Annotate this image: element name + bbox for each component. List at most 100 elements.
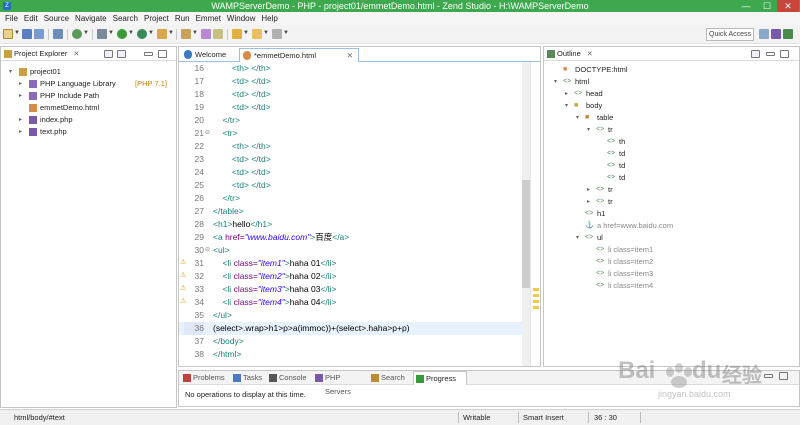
vertical-scrollbar[interactable] — [522, 62, 530, 366]
code-line[interactable]: 19 <td> </td> — [179, 101, 522, 114]
collapse-all-icon[interactable] — [104, 50, 113, 58]
tab-project-explorer[interactable]: Project Explorer ✕ — [1, 47, 79, 61]
outline-item[interactable]: ▸ <> tr — [587, 184, 787, 196]
tab-php-servers[interactable]: PHP Servers — [313, 371, 368, 396]
outline-item[interactable]: <> td — [598, 160, 798, 172]
chevron-down-icon[interactable]: ▼ — [108, 30, 114, 36]
outline-item[interactable]: <> td — [598, 172, 798, 184]
chevron-down-icon[interactable]: ▼ — [283, 30, 289, 36]
twisty-icon[interactable]: ▾ — [587, 124, 595, 136]
search-icon[interactable] — [201, 29, 211, 39]
twisty-icon[interactable]: ▾ — [565, 100, 573, 112]
scrollbar-thumb[interactable] — [522, 180, 530, 288]
code-line[interactable]: 21 ⊖ <tr> — [179, 127, 522, 140]
twisty-icon[interactable]: ▸ — [565, 88, 573, 100]
link-editor-icon[interactable] — [117, 50, 126, 58]
code-line[interactable]: 36 (select>.wrap>h1>p>a(immoc))+(select>.… — [179, 322, 522, 335]
external-tools-icon[interactable] — [137, 29, 147, 39]
chevron-down-icon[interactable]: ▼ — [148, 30, 154, 36]
code-line[interactable]: 29 <a href="www.baidu.com">百度</a> — [179, 231, 522, 244]
tab-search[interactable]: Search — [369, 371, 412, 385]
outline-item[interactable]: <> h1 — [576, 208, 776, 220]
code-line[interactable]: 26 </tr> — [179, 192, 522, 205]
maximize-button[interactable]: ☐ — [756, 0, 778, 12]
maximize-view-icon[interactable] — [780, 50, 789, 58]
back-icon[interactable] — [252, 29, 262, 39]
close-icon[interactable]: ✕ — [587, 51, 593, 58]
quick-access-field[interactable]: Quick Access — [706, 28, 754, 41]
debug-perspective-icon[interactable] — [783, 29, 793, 39]
code-line[interactable]: 17 <td> </td> — [179, 75, 522, 88]
menu-item-window[interactable]: Window — [224, 12, 258, 25]
code-line[interactable]: 37 </body> — [179, 335, 522, 348]
menu-item-search[interactable]: Search — [110, 12, 141, 25]
tab-problems[interactable]: Problems — [181, 371, 229, 385]
forward-icon[interactable] — [272, 29, 282, 39]
code-area[interactable]: 16 <th> </th> 17 <td> </td> 18 <td> </td> 1… — [179, 62, 540, 366]
code-line[interactable]: 18 <td> </td> — [179, 88, 522, 101]
menu-item-help[interactable]: Help — [258, 12, 280, 25]
code-line[interactable]: ⚠ 31 <li class="item1">haha 01</li> — [179, 257, 522, 270]
menu-item-source[interactable]: Source — [41, 12, 72, 25]
outline-item[interactable]: ▾ ■ table — [576, 112, 776, 124]
close-icon[interactable]: ✕ — [73, 51, 79, 58]
outline-item[interactable]: ▾ ■ body — [565, 100, 765, 112]
menu-item-project[interactable]: Project — [141, 12, 172, 25]
run-icon[interactable] — [117, 29, 127, 39]
open-folder-icon[interactable] — [181, 29, 191, 39]
outline-item[interactable]: ■ DOCTYPE:html — [554, 64, 754, 76]
warning-marker[interactable] — [533, 306, 539, 309]
menu-item-file[interactable]: File — [0, 12, 21, 25]
menu-item-run[interactable]: Run — [172, 12, 193, 25]
outline-item[interactable]: <> li class=item1 — [587, 244, 787, 256]
outline-item[interactable]: <> li class=item4 — [587, 280, 787, 292]
warning-marker[interactable] — [533, 294, 539, 297]
print-icon[interactable] — [53, 29, 63, 39]
outline-item[interactable]: <> th — [598, 136, 798, 148]
chevron-down-icon[interactable]: ▼ — [263, 30, 269, 36]
overview-ruler[interactable] — [530, 62, 540, 366]
save-all-icon[interactable] — [34, 29, 44, 39]
edit-icon[interactable] — [213, 29, 223, 39]
tree-item[interactable]: ▸ index.php — [19, 114, 179, 126]
twisty-icon[interactable]: ▸ — [587, 184, 595, 196]
code-line[interactable]: 30 ⊖ <ul> — [179, 244, 522, 257]
tab-emmetdemo[interactable]: *emmetDemo.html ✕ — [239, 48, 359, 62]
fold-toggle-icon[interactable]: ⊖ — [205, 244, 210, 257]
menu-item-edit[interactable]: Edit — [21, 12, 41, 25]
twisty-icon[interactable]: ▾ — [9, 66, 17, 78]
code-line[interactable]: 16 <th> </th> — [179, 62, 522, 75]
tab-welcome[interactable]: Welcome — [181, 48, 237, 62]
code-line[interactable]: ⚠ 32 <li class="item2">haha 02</li> — [179, 270, 522, 283]
warning-marker[interactable] — [533, 288, 539, 291]
outline-item[interactable]: <> li class=item2 — [587, 256, 787, 268]
fold-toggle-icon[interactable]: ⊖ — [205, 127, 210, 140]
code-line[interactable]: 20 </tr> — [179, 114, 522, 127]
twisty-icon[interactable]: ▸ — [19, 78, 27, 90]
code-line[interactable]: ⚠ 34 <li class="item4">haha 04</li> — [179, 296, 522, 309]
tab-progress[interactable]: Progress — [413, 371, 467, 385]
annotation-icon[interactable] — [232, 29, 242, 39]
maximize-view-icon[interactable] — [779, 372, 788, 380]
new-project-icon[interactable] — [157, 29, 167, 39]
outline-item[interactable]: ▾ <> ul — [576, 232, 776, 244]
twisty-icon[interactable]: ▸ — [19, 114, 27, 126]
chevron-down-icon[interactable]: ▼ — [14, 30, 20, 36]
settings-icon[interactable] — [97, 29, 107, 39]
menu-item-emmet[interactable]: Emmet — [193, 12, 224, 25]
tree-item[interactable]: ▾ project01 — [9, 66, 169, 78]
twisty-icon[interactable]: ▾ — [576, 232, 584, 244]
outline-item[interactable]: <> li class=item3 — [587, 268, 787, 280]
maximize-view-icon[interactable] — [158, 50, 167, 58]
outline-item[interactable]: ▾ <> tr — [587, 124, 787, 136]
twisty-icon[interactable]: ▸ — [19, 126, 27, 138]
code-line[interactable]: 28 <h1>hello</h1> — [179, 218, 522, 231]
close-button[interactable]: ✕ — [777, 0, 799, 12]
tree-item[interactable]: ▸ PHP Language Library [PHP 7.1] — [19, 78, 179, 90]
tab-console[interactable]: Console — [267, 371, 311, 385]
outline-item[interactable]: <> td — [598, 148, 798, 160]
twisty-icon[interactable]: ▸ — [587, 196, 595, 208]
new-icon[interactable] — [3, 29, 13, 39]
chevron-down-icon[interactable]: ▼ — [128, 30, 134, 36]
code-line[interactable]: 38 </html> — [179, 348, 522, 361]
